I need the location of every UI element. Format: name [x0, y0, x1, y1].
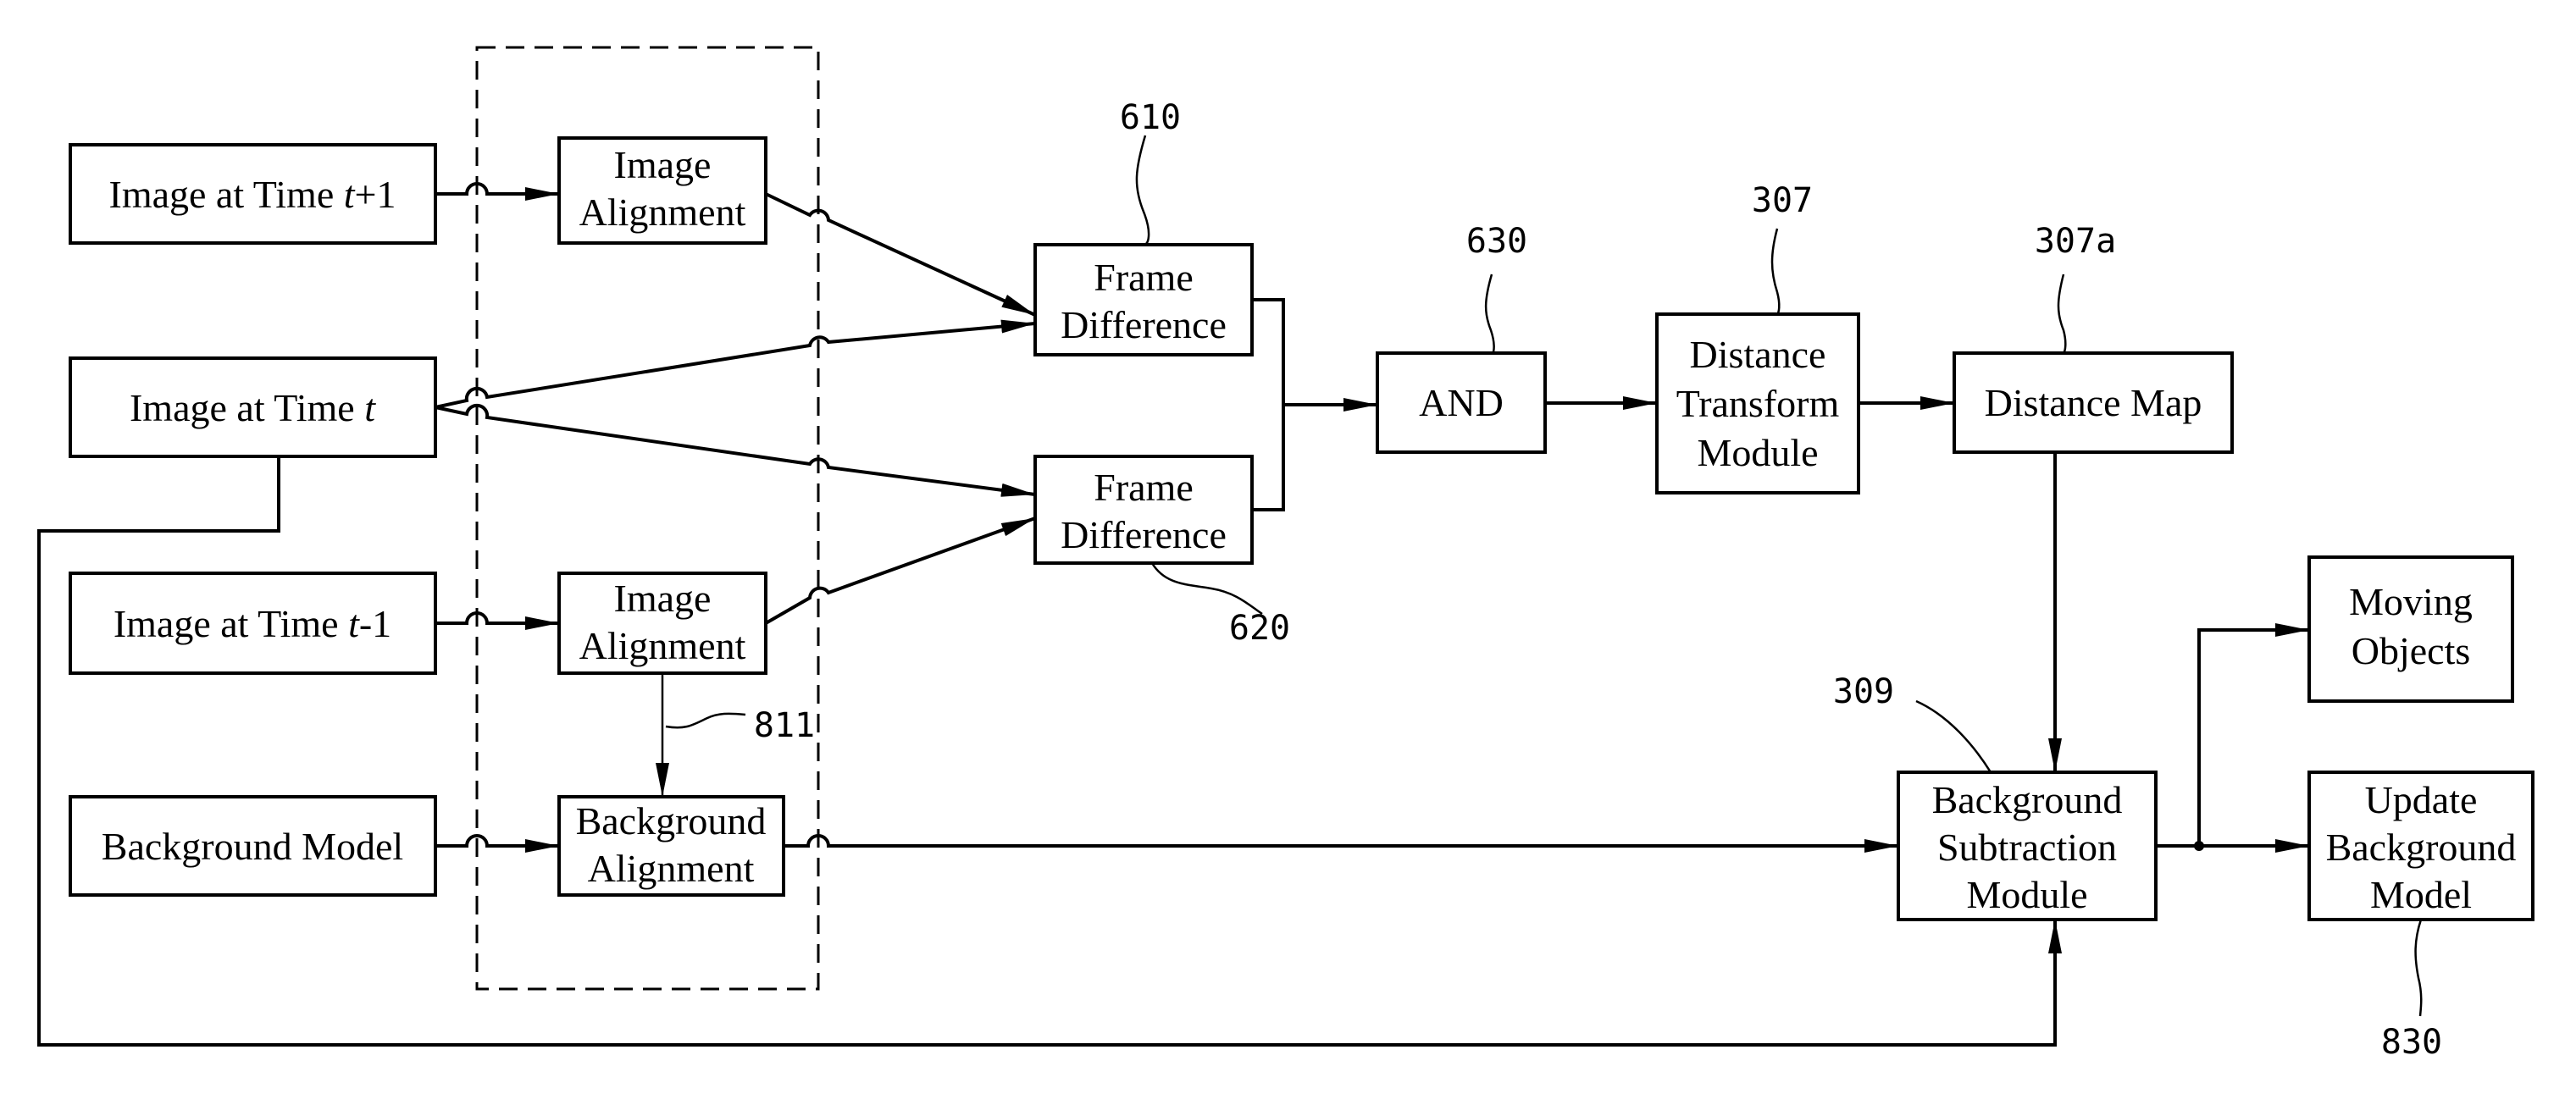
- leader-610: [1135, 135, 1150, 246]
- block-label: Background Model: [102, 825, 403, 868]
- block-diagram: Image at Time t+1 Image at Time t Image …: [37, 46, 2534, 1062]
- block-label-line: Image: [614, 577, 712, 620]
- wire-background-alignment-to-subtraction: [784, 834, 1898, 853]
- block-label-line: Subtraction: [1937, 826, 2117, 869]
- leader-309: [1915, 699, 1992, 773]
- block-background-subtraction-module: Background Subtraction Module: [1897, 771, 2158, 921]
- wire-alignment-top-to-frame-difference-top: [765, 192, 1036, 317]
- block-label-line: Frame: [1094, 466, 1194, 509]
- block-background-model: Background Model: [69, 795, 437, 897]
- ref-610: 610: [1120, 98, 1181, 137]
- block-label: Image at Time t+1: [109, 173, 396, 216]
- block-label: AND: [1419, 381, 1504, 424]
- block-label-line: Objects: [2352, 629, 2471, 672]
- wire-alignment-bottom-to-frame-difference-bottom: [765, 517, 1036, 625]
- block-image-t-minus-1: Image at Time t-1: [69, 572, 437, 675]
- block-label-line: Difference: [1061, 513, 1227, 556]
- wire-image-t-plus-1-to-alignment: [435, 182, 559, 201]
- block-update-background-model: Update Background Model: [2307, 771, 2534, 921]
- ref-830: 830: [2381, 1023, 2442, 1062]
- block-distance-transform-module: Distance Transform Module: [1655, 312, 1860, 494]
- ref-307a: 307a: [2035, 222, 2116, 261]
- block-image-alignment-top: Image Alignment: [557, 136, 767, 245]
- block-label: Image at Time t: [130, 386, 376, 429]
- block-moving-objects: Moving Objects: [2307, 555, 2514, 703]
- block-label-line: Alignment: [579, 624, 746, 667]
- block-label-line: Module: [1697, 431, 1818, 474]
- block-label-line: Alignment: [588, 847, 755, 890]
- block-label-line: Difference: [1061, 303, 1227, 346]
- wire-image-t-to-frame-difference-bottom: [435, 403, 1036, 497]
- block-label-line: Module: [1966, 873, 2087, 916]
- wire-subtraction-to-moving-objects: [2197, 623, 2309, 846]
- wire-image-t-to-frame-difference-top: [435, 319, 1036, 409]
- block-label-line: Alignment: [579, 191, 746, 234]
- junction-dot: [2194, 841, 2204, 851]
- ref-630: 630: [1466, 222, 1527, 261]
- wire-frame-difference-merge: [1252, 298, 1285, 511]
- leader-811: [665, 712, 746, 729]
- block-label-line: Moving: [2349, 580, 2473, 623]
- leader-307: [1770, 228, 1781, 316]
- block-image-alignment-bottom: Image Alignment: [557, 572, 767, 675]
- block-frame-difference-bottom: Frame Difference: [1033, 455, 1254, 565]
- block-image-t: Image at Time t: [69, 356, 437, 458]
- leader-307a: [2057, 273, 2067, 354]
- wire-background-model-to-alignment: [435, 834, 559, 853]
- block-label-line: Image: [614, 143, 712, 186]
- block-label-line: Background: [1932, 778, 2123, 821]
- leader-620: [1150, 562, 1263, 616]
- wire-image-t-minus-1-to-alignment: [435, 611, 559, 630]
- ref-309: 309: [1833, 672, 1894, 711]
- block-image-t-plus-1: Image at Time t+1: [69, 143, 437, 245]
- block-label-line: Transform: [1676, 382, 1840, 425]
- block-label-line: Model: [2370, 873, 2472, 916]
- leader-830: [2414, 919, 2423, 1017]
- block-label: Image at Time t-1: [114, 602, 391, 645]
- block-background-alignment: Background Alignment: [557, 795, 785, 897]
- ref-811: 811: [754, 706, 815, 745]
- block-frame-difference-top: Frame Difference: [1033, 243, 1254, 356]
- leader-630: [1484, 273, 1495, 354]
- ref-620: 620: [1229, 609, 1290, 648]
- block-label: Distance Map: [1985, 381, 2202, 424]
- block-label-line: Background: [2326, 826, 2517, 869]
- block-distance-map: Distance Map: [1953, 351, 2234, 454]
- block-label-line: Update: [2365, 778, 2478, 821]
- block-label-line: Frame: [1094, 256, 1194, 299]
- ref-307: 307: [1752, 181, 1813, 220]
- block-and: AND: [1376, 351, 1547, 454]
- block-label-line: Distance: [1690, 333, 1826, 376]
- block-label-line: Background: [576, 799, 767, 843]
